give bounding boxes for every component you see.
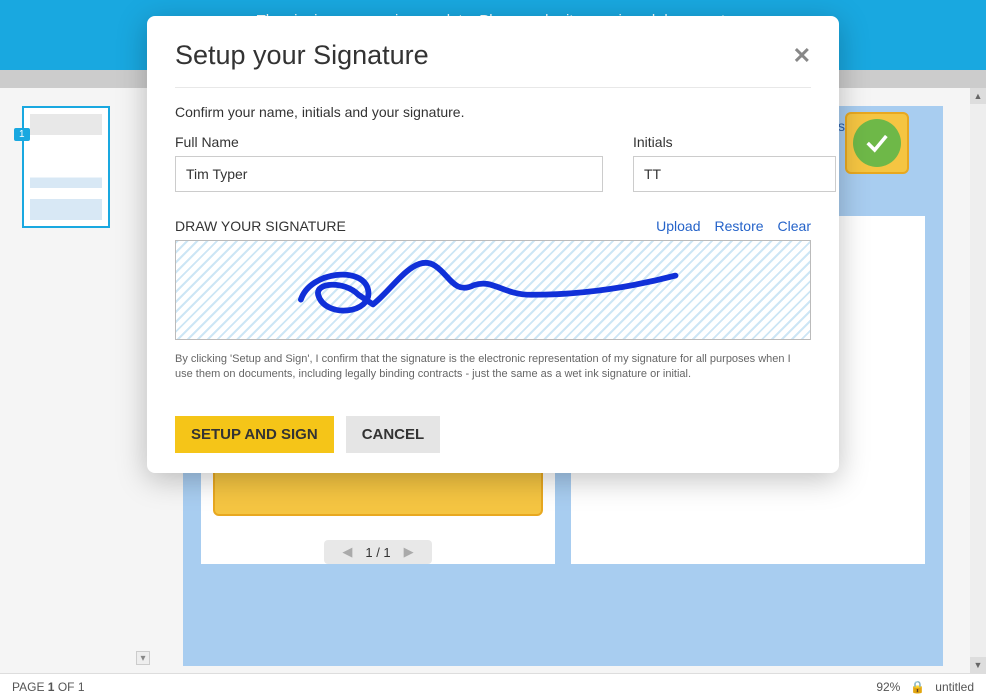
draw-signature-label: DRAW YOUR SIGNATURE bbox=[175, 218, 346, 234]
scroll-down-icon[interactable]: ▼ bbox=[970, 657, 986, 673]
page-navigator: ◀ 1 / 1 ▶ bbox=[324, 540, 432, 564]
restore-link[interactable]: Restore bbox=[715, 218, 764, 234]
signature-canvas[interactable] bbox=[175, 240, 811, 340]
page-indicator: 1 / 1 bbox=[365, 545, 390, 560]
drawn-signature-icon bbox=[176, 241, 810, 339]
thumbnail-preview bbox=[30, 114, 102, 220]
page-status: PAGE 1 OF 1 bbox=[12, 680, 85, 694]
lock-icon: 🔒 bbox=[910, 680, 925, 694]
prev-page-button[interactable]: ◀ bbox=[339, 544, 355, 560]
vertical-scrollbar[interactable]: ▲ ▼ bbox=[970, 88, 986, 673]
legal-disclaimer: By clicking 'Setup and Sign', I confirm … bbox=[175, 352, 811, 382]
setup-and-sign-button[interactable]: SETUP AND SIGN bbox=[175, 416, 334, 453]
full-name-label: Full Name bbox=[175, 134, 603, 150]
modal-title: Setup your Signature bbox=[175, 40, 429, 71]
initials-badge[interactable] bbox=[845, 112, 909, 174]
status-bar: PAGE 1 OF 1 92% 🔒 untitled bbox=[0, 673, 986, 699]
initials-input[interactable] bbox=[633, 156, 836, 192]
full-name-input[interactable] bbox=[175, 156, 603, 192]
close-icon[interactable]: ✕ bbox=[793, 43, 811, 69]
modal-subtitle: Confirm your name, initials and your sig… bbox=[175, 104, 811, 120]
cancel-button[interactable]: CANCEL bbox=[346, 416, 441, 453]
thumbnail-page-number: 1 bbox=[14, 128, 30, 141]
zoom-level: 92% bbox=[876, 680, 900, 694]
scroll-up-icon[interactable]: ▲ bbox=[970, 88, 986, 104]
thumbnail-panel: 1 ▾ bbox=[0, 88, 156, 673]
next-page-button[interactable]: ▶ bbox=[401, 544, 417, 560]
initials-label: Initials bbox=[633, 134, 836, 150]
signature-setup-modal: Setup your Signature ✕ Confirm your name… bbox=[147, 16, 839, 473]
document-name: untitled bbox=[935, 680, 974, 694]
clear-link[interactable]: Clear bbox=[778, 218, 811, 234]
thumb-scroll-down-icon[interactable]: ▾ bbox=[136, 651, 150, 665]
check-circle-icon bbox=[853, 119, 901, 167]
upload-link[interactable]: Upload bbox=[656, 218, 700, 234]
page-thumbnail[interactable]: 1 bbox=[22, 106, 110, 228]
